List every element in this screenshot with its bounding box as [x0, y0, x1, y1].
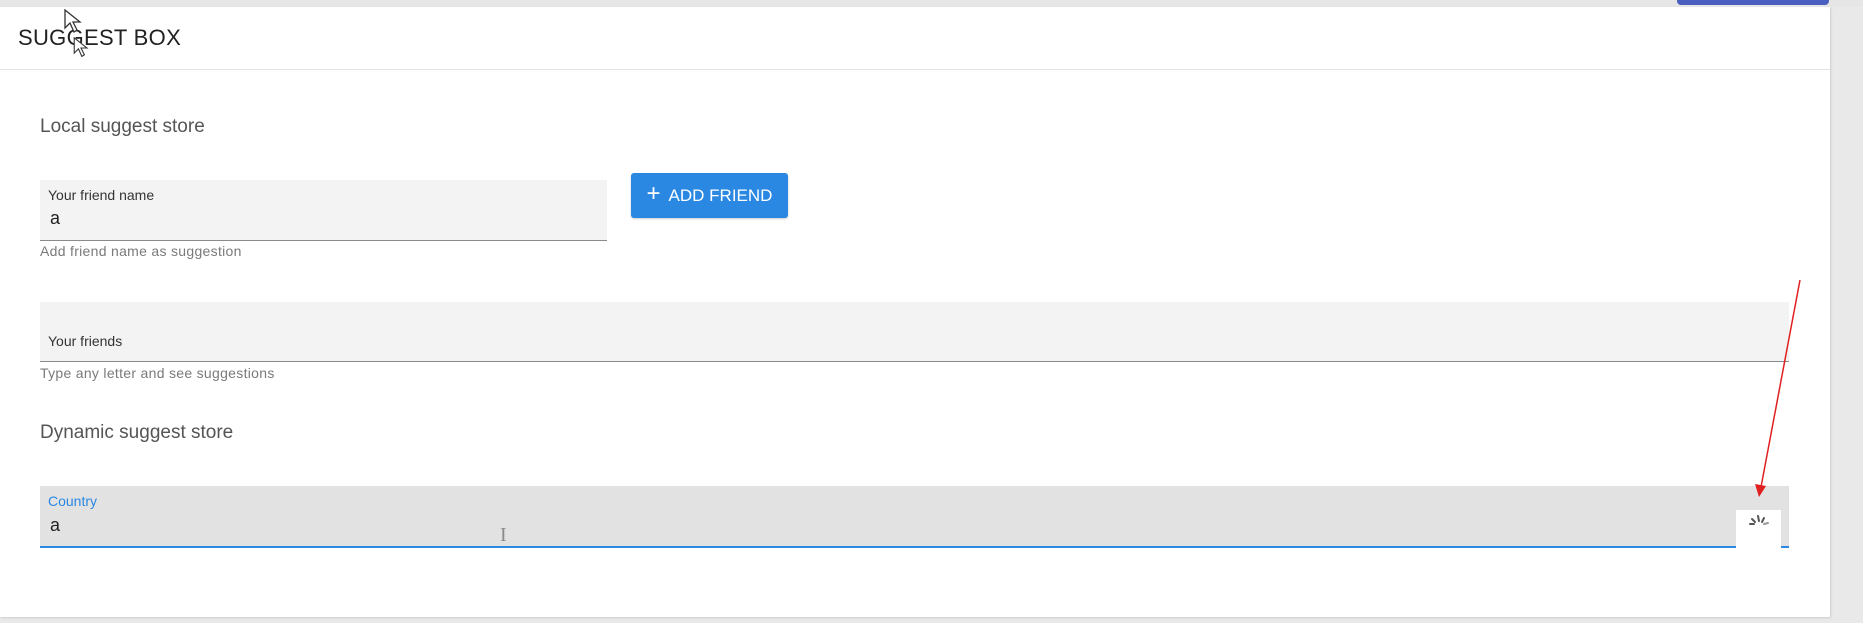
annotation-arrow [1755, 279, 1801, 497]
